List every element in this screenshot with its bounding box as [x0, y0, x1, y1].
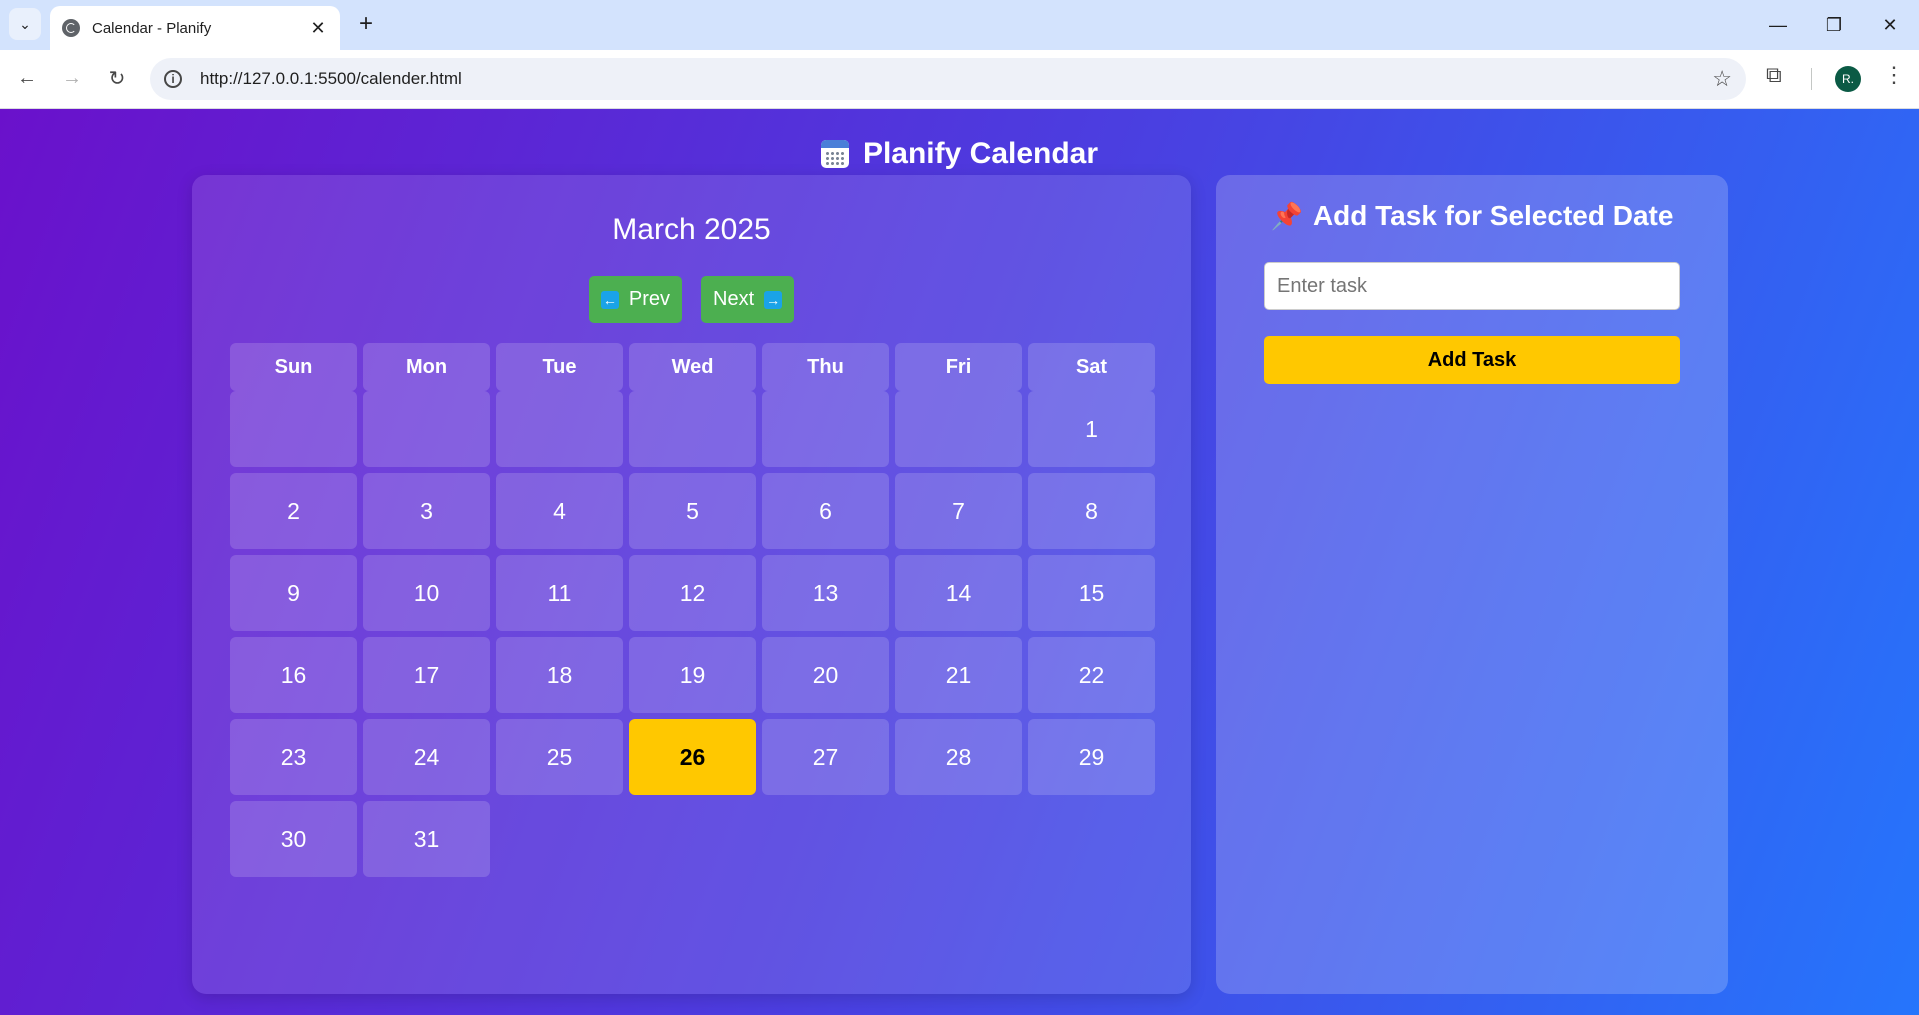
- empty-day-cell: [496, 391, 623, 467]
- day-cell[interactable]: 25: [496, 719, 623, 795]
- day-cell[interactable]: 6: [762, 473, 889, 549]
- next-month-button[interactable]: Next →: [701, 276, 795, 323]
- day-cell[interactable]: 27: [762, 719, 889, 795]
- browser-tab[interactable]: Calendar - Planify ✕: [50, 6, 340, 50]
- prev-label: Prev: [628, 288, 670, 310]
- bookmark-star-icon[interactable]: ☆: [1712, 66, 1732, 92]
- site-info-icon[interactable]: i: [164, 70, 182, 88]
- weekday-sun: Sun: [230, 343, 357, 391]
- task-panel-title: 📌 Add Task for Selected Date: [1216, 200, 1728, 232]
- day-cell[interactable]: 15: [1028, 555, 1155, 631]
- globe-icon: [62, 19, 80, 37]
- page-body: Planify Calendar March 2025 ← Prev Next …: [0, 109, 1919, 1015]
- day-cell[interactable]: 17: [363, 637, 490, 713]
- weekday-tue: Tue: [496, 343, 623, 391]
- day-cell[interactable]: 21: [895, 637, 1022, 713]
- profile-avatar[interactable]: R.: [1835, 66, 1861, 92]
- day-cell[interactable]: 3: [363, 473, 490, 549]
- day-cell[interactable]: 7: [895, 473, 1022, 549]
- next-label: Next: [713, 288, 755, 310]
- day-cell[interactable]: 19: [629, 637, 756, 713]
- day-cell[interactable]: 16: [230, 637, 357, 713]
- tab-search-icon[interactable]: ⌄: [9, 8, 41, 40]
- weekday-wed: Wed: [629, 343, 756, 391]
- day-cell[interactable]: 28: [895, 719, 1022, 795]
- day-cell[interactable]: 11: [496, 555, 623, 631]
- back-icon[interactable]: ←: [11, 62, 43, 94]
- calendar-grid: Sun Mon Tue Wed Thu Fri Sat 1 2 3 4 5 6 7 8 9 10 11 12 13 1…: [230, 343, 1155, 877]
- day-cell[interactable]: 30: [230, 801, 357, 877]
- minimize-icon[interactable]: —: [1750, 0, 1806, 50]
- day-cell[interactable]: 22: [1028, 637, 1155, 713]
- empty-day-cell: [230, 391, 357, 467]
- extensions-icon[interactable]: ⧉: [1766, 62, 1782, 88]
- calendar-card: March 2025 ← Prev Next → Sun Mon Tue Wed Thu…: [192, 175, 1191, 994]
- add-task-button[interactable]: Add Task: [1264, 336, 1680, 384]
- empty-day-cell: [762, 391, 889, 467]
- month-nav: ← Prev Next →: [192, 276, 1191, 323]
- tab-title: Calendar - Planify: [92, 19, 212, 37]
- weekday-header-row: Sun Mon Tue Wed Thu Fri Sat: [230, 343, 1155, 391]
- new-tab-icon[interactable]: +: [352, 10, 380, 38]
- day-cell[interactable]: 10: [363, 555, 490, 631]
- day-cell[interactable]: 14: [895, 555, 1022, 631]
- day-cell[interactable]: 9: [230, 555, 357, 631]
- page-title: Planify Calendar: [0, 137, 1919, 171]
- url-text[interactable]: http://127.0.0.1:5500/calender.html: [200, 69, 1712, 89]
- day-cell[interactable]: 5: [629, 473, 756, 549]
- pushpin-icon: 📌: [1270, 200, 1303, 231]
- tab-strip: ⌄ Calendar - Planify ✕ + — ❐ ✕: [0, 0, 1919, 50]
- close-tab-icon[interactable]: ✕: [306, 16, 330, 40]
- close-window-icon[interactable]: ✕: [1862, 0, 1918, 50]
- days-grid: 1 2 3 4 5 6 7 8 9 10 11 12 13 14 15 16 17 18 19 20 21 22 23 24 2…: [230, 391, 1155, 877]
- day-cell[interactable]: 31: [363, 801, 490, 877]
- empty-day-cell: [629, 391, 756, 467]
- toolbar-divider: [1811, 68, 1812, 90]
- day-cell[interactable]: 18: [496, 637, 623, 713]
- empty-day-cell: [363, 391, 490, 467]
- month-label: March 2025: [612, 213, 771, 246]
- day-cell[interactable]: 1: [1028, 391, 1155, 467]
- day-cell[interactable]: 29: [1028, 719, 1155, 795]
- prev-month-button[interactable]: ← Prev: [588, 276, 682, 323]
- task-panel: 📌 Add Task for Selected Date Add Task: [1216, 175, 1728, 994]
- day-cell[interactable]: 23: [230, 719, 357, 795]
- browser-menu-icon[interactable]: ⋮: [1883, 62, 1905, 88]
- empty-day-cell: [895, 391, 1022, 467]
- day-cell[interactable]: 8: [1028, 473, 1155, 549]
- day-cell-selected[interactable]: 26: [629, 719, 756, 795]
- weekday-thu: Thu: [762, 343, 889, 391]
- task-input[interactable]: [1264, 262, 1680, 310]
- right-arrow-icon: →: [764, 290, 783, 309]
- day-cell[interactable]: 20: [762, 637, 889, 713]
- browser-toolbar: ← → ↻ i http://127.0.0.1:5500/calender.h…: [0, 50, 1919, 109]
- address-bar[interactable]: i http://127.0.0.1:5500/calender.html ☆: [150, 58, 1746, 100]
- day-cell[interactable]: 24: [363, 719, 490, 795]
- left-arrow-icon: ←: [600, 290, 619, 309]
- day-cell[interactable]: 4: [496, 473, 623, 549]
- day-cell[interactable]: 13: [762, 555, 889, 631]
- weekday-fri: Fri: [895, 343, 1022, 391]
- weekday-mon: Mon: [363, 343, 490, 391]
- browser-chrome: ⌄ Calendar - Planify ✕ + — ❐ ✕ ← → ↻ i h…: [0, 0, 1919, 109]
- reload-icon[interactable]: ↻: [101, 62, 133, 94]
- page-title-text: Planify Calendar: [862, 137, 1099, 170]
- day-cell[interactable]: 12: [629, 555, 756, 631]
- forward-icon[interactable]: →: [56, 62, 88, 94]
- weekday-sat: Sat: [1028, 343, 1155, 391]
- restore-icon[interactable]: ❐: [1806, 0, 1862, 50]
- calendar-icon: [820, 140, 849, 168]
- day-cell[interactable]: 2: [230, 473, 357, 549]
- task-panel-title-text: Add Task for Selected Date: [1312, 200, 1674, 231]
